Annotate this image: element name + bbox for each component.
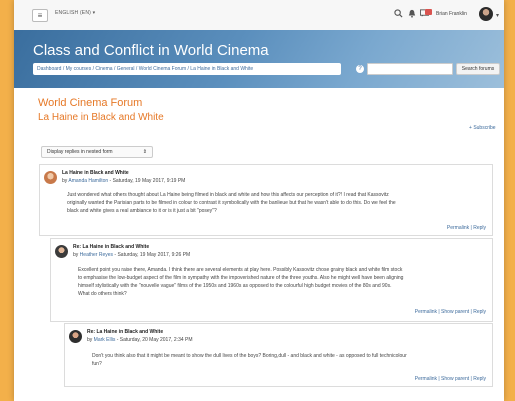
- author-link[interactable]: Mark Ellis: [94, 337, 116, 343]
- post-body-line: fun?: [92, 361, 102, 367]
- display-mode-value: Display replies in nested form: [47, 149, 113, 155]
- post-body: Excellent point you raise there, Amanda.…: [78, 266, 403, 298]
- post-byline: by Mark Ellis - Saturday, 20 May 2017, 2…: [87, 337, 193, 343]
- forum-title[interactable]: World Cinema Forum: [38, 97, 142, 109]
- search-forums-input[interactable]: [367, 63, 453, 75]
- post-subject: Re: La Haine in Black and White: [73, 244, 150, 250]
- display-mode-select[interactable]: Display replies in nested form ⇕: [41, 146, 153, 158]
- byline-prefix: by: [73, 252, 80, 258]
- chevron-down-icon[interactable]: ▾: [496, 12, 499, 19]
- post-body: Don't you think also that it might be me…: [92, 352, 407, 368]
- post-body-line: Don't you think also that it might be me…: [92, 353, 407, 359]
- post-body-line: himself stylistically with the "nouvelle…: [78, 283, 392, 289]
- forum-post-reply: Re: La Haine in Black and White by Heath…: [50, 238, 493, 322]
- post-body-line: Just wondered what others thought about …: [67, 192, 389, 198]
- post-actions[interactable]: Permalink | Reply: [447, 225, 486, 231]
- post-subject: Re: La Haine in Black and White: [87, 329, 164, 335]
- course-title: Class and Conflict in World Cinema: [33, 42, 269, 59]
- post-body-line: black and white gives a real ambiance to…: [67, 208, 217, 214]
- post-actions[interactable]: Permalink | Show parent | Reply: [415, 376, 486, 382]
- post-body-line: Excellent point you raise there, Amanda.…: [78, 267, 403, 273]
- subscribe-link[interactable]: + Subscribe: [469, 125, 496, 131]
- help-icon[interactable]: ?: [356, 65, 364, 73]
- forum-post: La Haine in Black and White by Amanda Ha…: [39, 164, 493, 236]
- post-date: - Saturday, 19 May 2017, 9:19 PM: [108, 178, 186, 184]
- user-avatar[interactable]: [479, 7, 493, 21]
- top-navbar: ≡ ENGLISH (EN) ▾ Brian Franklin ▾: [14, 0, 504, 31]
- post-byline: by Amanda Hamilton - Saturday, 19 May 20…: [62, 178, 185, 184]
- user-name[interactable]: Brian Franklin: [436, 11, 467, 17]
- author-link[interactable]: Heather Reyes: [80, 252, 113, 258]
- post-byline: by Heather Reyes - Saturday, 19 May 2017…: [73, 252, 190, 258]
- browser-frame: ≡ ENGLISH (EN) ▾ Brian Franklin ▾ Class …: [14, 0, 504, 401]
- author-avatar[interactable]: [55, 245, 68, 258]
- bell-icon[interactable]: [407, 9, 417, 19]
- post-date: - Saturday, 20 May 2017, 2:34 PM: [115, 337, 193, 343]
- author-avatar[interactable]: [69, 330, 82, 343]
- post-body-line: What do others think?: [78, 291, 127, 297]
- byline-prefix: by: [87, 337, 94, 343]
- author-link[interactable]: Amanda Hamilton: [68, 178, 108, 184]
- message-badge: [425, 9, 432, 15]
- subscribe-label: Subscribe: [473, 125, 496, 131]
- course-header-banner: Class and Conflict in World Cinema Dashb…: [14, 30, 504, 88]
- search-forums-button[interactable]: Search forums: [456, 63, 500, 75]
- discussion-title: La Haine in Black and White: [38, 112, 164, 123]
- language-selector[interactable]: ENGLISH (EN) ▾: [55, 10, 95, 16]
- post-actions[interactable]: Permalink | Show parent | Reply: [415, 309, 486, 315]
- chevron-updown-icon: ⇕: [142, 149, 147, 155]
- author-avatar[interactable]: [44, 171, 57, 184]
- post-subject: La Haine in Black and White: [62, 170, 129, 176]
- post-body-line: to emphasise the low-budget aspect of th…: [78, 275, 404, 281]
- forum-post-reply: Re: La Haine in Black and White by Mark …: [64, 323, 493, 387]
- search-icon[interactable]: [393, 9, 403, 19]
- post-body: Just wondered what others thought about …: [67, 191, 396, 215]
- post-date: - Saturday, 19 May 2017, 9:26 PM: [113, 252, 191, 258]
- breadcrumb[interactable]: Dashboard / My courses / Cinema / Genera…: [33, 63, 341, 75]
- post-body-line: originally wanted the Parisian parts to …: [67, 200, 396, 206]
- menu-icon[interactable]: ≡: [32, 9, 48, 22]
